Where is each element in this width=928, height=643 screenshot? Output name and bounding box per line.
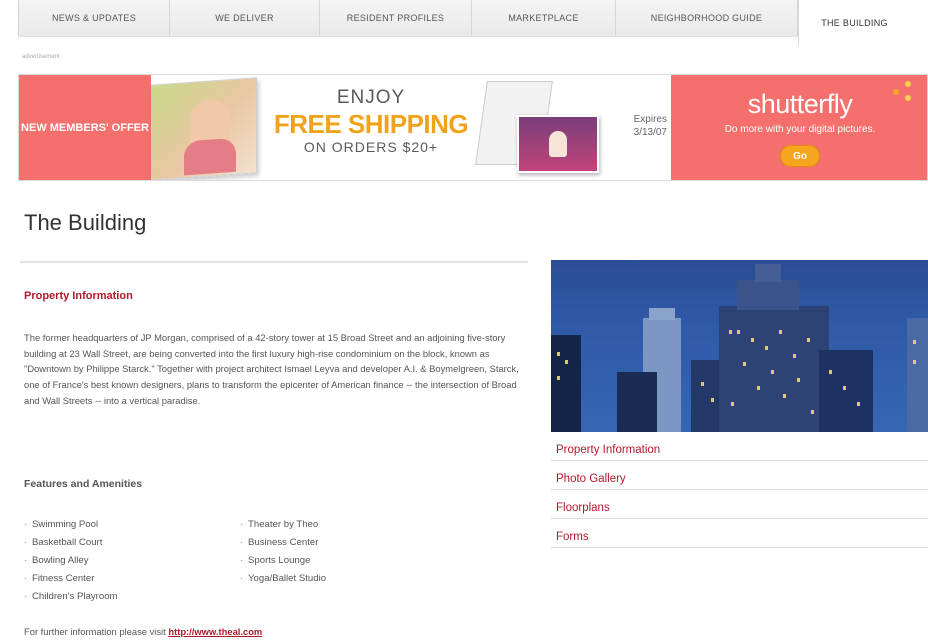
banner-orders: ON ORDERS $20+: [303, 139, 439, 155]
banner-enjoy: ENJOY: [336, 87, 406, 108]
nav-divider: [18, 36, 798, 37]
tab-neighborhood-guide[interactable]: NEIGHBORHOOD GUIDE: [616, 0, 798, 36]
advertisement-label: advertisement: [22, 54, 60, 60]
banner-free-shipping: FREE SHIPPING: [273, 109, 469, 139]
tab-we-deliver[interactable]: WE DELIVER: [170, 0, 320, 36]
top-nav: NEWS & UPDATES WE DELIVER RESIDENT PROFI…: [18, 0, 928, 46]
tab-the-building[interactable]: THE BUILDING: [798, 0, 910, 46]
banner-offer: ENJOY FREE SHIPPING ON ORDERS $20+: [265, 87, 477, 155]
building-subnav: Property Information Photo Gallery Floor…: [551, 432, 928, 548]
page-title: The Building: [24, 210, 147, 235]
sidebar-item-property-information[interactable]: Property Information: [551, 432, 928, 461]
go-button[interactable]: Go: [780, 145, 820, 167]
sidebar-item-forms[interactable]: Forms: [551, 519, 928, 548]
further-info: For further information please visit htt…: [24, 626, 262, 637]
amenities-list-1: Swimming Pool Basketball Court Bowling A…: [24, 516, 118, 606]
further-info-text: For further information please visit: [24, 626, 166, 637]
section-title: Property Information: [24, 290, 133, 302]
shutterfly-logo: shutterfly: [747, 89, 853, 119]
list-item: Bowling Alley: [24, 552, 118, 570]
banner-tagline: Do more with your digital pictures.: [724, 124, 876, 135]
features-title: Features and Amenities: [24, 478, 143, 490]
photo-card-image: [517, 115, 599, 173]
list-item: Basketball Court: [24, 534, 118, 552]
list-item: Fitness Center: [24, 570, 118, 588]
website-link[interactable]: http://www.theal.com: [168, 626, 262, 637]
banner-expiry: Expires 3/13/07: [591, 113, 667, 139]
title-divider: [20, 261, 528, 263]
skyline-illustration: [551, 264, 928, 432]
expires-label: Expires: [633, 114, 667, 125]
shutterfly-flower-icon: [893, 81, 915, 103]
sidebar-item-floorplans[interactable]: Floorplans: [551, 490, 928, 519]
tab-news-updates[interactable]: NEWS & UPDATES: [18, 0, 170, 36]
property-description: The former headquarters of JP Morgan, co…: [24, 332, 519, 406]
expires-date: 3/13/07: [633, 127, 667, 138]
photo-book-image: [151, 77, 257, 180]
list-item: Yoga/Ballet Studio: [240, 570, 326, 588]
tab-marketplace[interactable]: MARKETPLACE: [472, 0, 616, 36]
list-item: Business Center: [240, 534, 326, 552]
shutterfly-banner-ad[interactable]: NEW MEMBERS' OFFER ENJOY FREE SHIPPING O…: [18, 74, 928, 181]
new-members-offer: NEW MEMBERS' OFFER: [19, 75, 151, 180]
list-item: Theater by Theo: [240, 516, 326, 534]
amenities-list-2: Theater by Theo Business Center Sports L…: [240, 516, 326, 588]
sidebar-item-photo-gallery[interactable]: Photo Gallery: [551, 461, 928, 490]
shutterfly-panel: shutterfly Do more with your digital pic…: [671, 75, 927, 180]
list-item: Children's Playroom: [24, 588, 118, 606]
list-item: Sports Lounge: [240, 552, 326, 570]
building-photo: [551, 260, 928, 432]
list-item: Swimming Pool: [24, 516, 118, 534]
tab-resident-profiles[interactable]: RESIDENT PROFILES: [320, 0, 472, 36]
